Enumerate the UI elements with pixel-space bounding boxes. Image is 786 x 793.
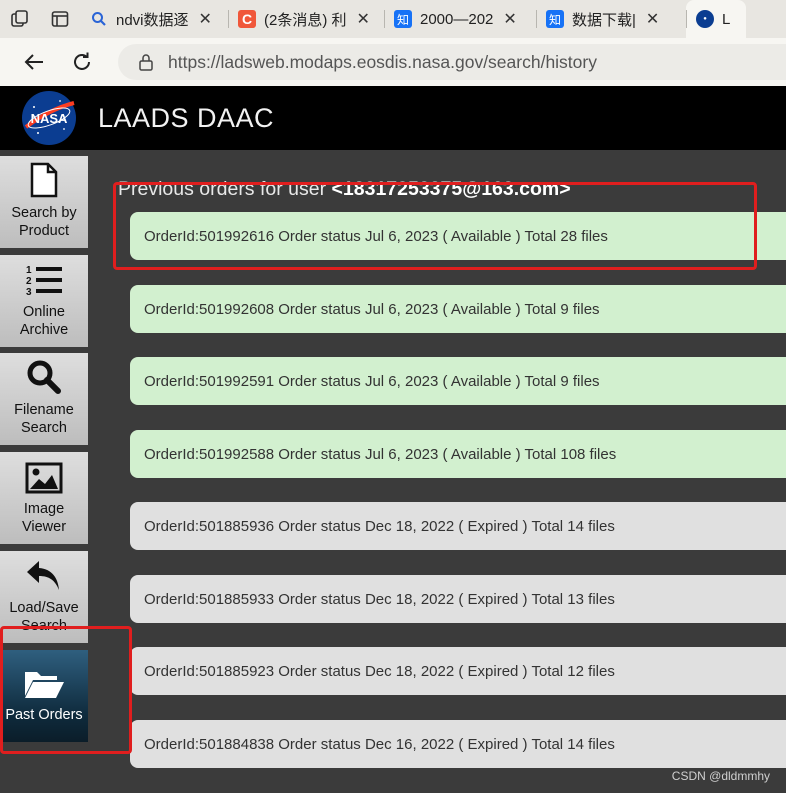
browser-tab[interactable]: 知 2000—202 ✕ <box>384 0 536 38</box>
sidebar-item-label: Load/Save <box>9 600 79 616</box>
order-row[interactable]: OrderId:501885933 Order status Dec 18, 2… <box>130 575 786 623</box>
folder-open-icon <box>25 672 64 698</box>
close-tab-icon[interactable]: ✕ <box>503 9 516 29</box>
url-text: https://ladsweb.modaps.eosdis.nasa.gov/s… <box>168 51 597 72</box>
back-button[interactable] <box>10 38 58 86</box>
sidebar-item-label: Archive <box>19 322 69 338</box>
main-content: Previous orders for user <18317253375@16… <box>90 150 786 793</box>
heading-prefix: Previous orders for user <box>118 178 332 200</box>
page-title: Previous orders for user <18317253375@16… <box>118 178 571 201</box>
nasa-icon: ● <box>696 10 714 28</box>
tab-title: L <box>722 10 731 28</box>
zhihu-icon: 知 <box>394 10 412 28</box>
browser-tab[interactable]: ndvi数据逐 ✕ <box>80 0 228 38</box>
document-icon <box>30 162 58 198</box>
order-text: OrderId:501885923 Order status Dec 18, 2… <box>144 662 615 680</box>
magnifier-icon <box>27 360 61 394</box>
arrow-left-icon <box>24 54 43 70</box>
workspaces-icon[interactable] <box>0 0 40 38</box>
close-tab-icon[interactable]: ✕ <box>646 9 659 29</box>
numbered-list-icon: 1 2 3 <box>26 265 62 297</box>
order-text: OrderId:501992608 Order status Jul 6, 20… <box>144 300 600 318</box>
sidebar: Search by Product 1 2 3 Online Archive F… <box>0 150 90 793</box>
order-text: OrderId:501992588 Order status Jul 6, 20… <box>144 445 617 463</box>
order-row[interactable]: OrderId:501992608 Order status Jul 6, 20… <box>130 285 786 333</box>
order-text: OrderId:501884838 Order status Dec 16, 2… <box>144 735 615 753</box>
sidebar-item-label: Viewer <box>21 519 67 535</box>
order-row[interactable]: OrderId:501992591 Order status Jul 6, 20… <box>130 357 786 405</box>
sidebar-item-label: Search by <box>11 205 77 221</box>
tab-title: 2000—202 <box>420 10 494 28</box>
refresh-icon <box>74 52 90 70</box>
sidebar-item-online-archive[interactable]: 1 2 3 Online Archive <box>0 255 88 347</box>
order-text: OrderId:501992591 Order status Jul 6, 20… <box>144 372 600 390</box>
svg-text:1: 1 <box>26 265 32 276</box>
sidebar-item-label: Filename <box>14 402 74 418</box>
close-tab-icon[interactable]: ✕ <box>357 9 370 29</box>
browser-tab[interactable]: 知 数据下载| ✕ <box>536 0 686 38</box>
sidebar-item-load-save-search[interactable]: Load/Save Search <box>0 551 88 643</box>
sidebar-item-past-orders[interactable]: Past Orders <box>0 650 88 742</box>
url-field[interactable]: https://ladsweb.modaps.eosdis.nasa.gov/s… <box>118 44 786 80</box>
tab-title: 数据下载| <box>572 11 636 29</box>
csdn-icon: C <box>238 10 256 28</box>
sidebar-item-label: Image <box>23 501 65 517</box>
site-title[interactable]: LAADS DAAC <box>98 103 274 134</box>
svg-text:2: 2 <box>26 276 32 287</box>
close-tab-icon[interactable]: ✕ <box>199 9 212 29</box>
order-text: OrderId:501885933 Order status Dec 18, 2… <box>144 590 615 608</box>
order-row[interactable]: OrderId:501992588 Order status Jul 6, 20… <box>130 430 786 478</box>
sidebar-item-image-viewer[interactable]: Image Viewer <box>0 452 88 544</box>
tab-title: (2条消息) 利 <box>264 11 347 29</box>
lock-icon[interactable] <box>138 53 154 71</box>
browser-tab-strip: ndvi数据逐 ✕ C (2条消息) 利 ✕ 知 2000—202 ✕ 知 数据… <box>0 0 786 38</box>
search-icon <box>90 10 108 28</box>
sidebar-item-label: Online <box>23 304 65 320</box>
sidebar-item-label: Product <box>19 223 69 239</box>
site-header: NASA LAADS DAAC <box>0 86 786 150</box>
svg-text:NASA: NASA <box>31 111 68 126</box>
tab-actions-icon[interactable] <box>40 0 80 38</box>
undo-arrow-icon <box>27 561 59 590</box>
user-email: <18317253375@163.com> <box>331 178 571 200</box>
zhihu-icon: 知 <box>546 10 564 28</box>
image-icon <box>25 462 63 494</box>
browser-tab-active[interactable]: ● L <box>686 0 746 38</box>
sidebar-item-label: Search <box>21 618 67 634</box>
sidebar-item-label: Search <box>21 420 67 436</box>
order-row[interactable]: OrderId:501885936 Order status Dec 18, 2… <box>130 502 786 550</box>
order-text: OrderId:501992616 Order status Jul 6, 20… <box>144 227 608 245</box>
nasa-logo[interactable]: NASA <box>20 89 78 147</box>
order-text: OrderId:501885936 Order status Dec 18, 2… <box>144 517 615 535</box>
watermark: CSDN @dldmmhy <box>671 769 770 783</box>
browser-tab[interactable]: C (2条消息) 利 ✕ <box>228 0 384 38</box>
refresh-button[interactable] <box>58 38 106 86</box>
svg-text:3: 3 <box>26 287 32 297</box>
sidebar-item-search-by-product[interactable]: Search by Product <box>0 156 88 248</box>
order-row[interactable]: OrderId:501885923 Order status Dec 18, 2… <box>130 647 786 695</box>
address-bar-row: https://ladsweb.modaps.eosdis.nasa.gov/s… <box>0 38 786 86</box>
order-row[interactable]: OrderId:501884838 Order status Dec 16, 2… <box>130 720 786 768</box>
tab-title: ndvi数据逐 <box>116 11 189 29</box>
sidebar-item-label: Past Orders <box>5 707 83 723</box>
order-row[interactable]: OrderId:501992616 Order status Jul 6, 20… <box>130 212 786 260</box>
sidebar-item-filename-search[interactable]: Filename Search <box>0 353 88 445</box>
